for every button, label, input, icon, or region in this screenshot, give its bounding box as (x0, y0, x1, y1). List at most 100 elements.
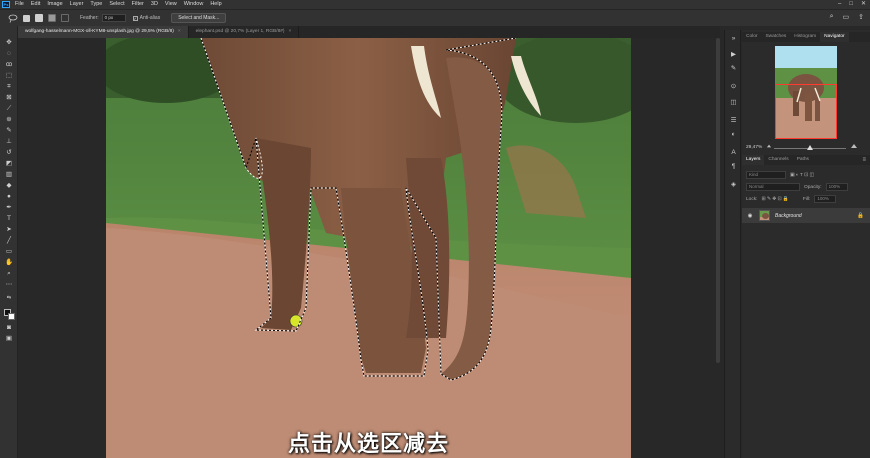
dodge-tool-icon[interactable]: ● (4, 192, 14, 201)
eyedropper-tool-icon[interactable]: ⟋ (4, 104, 14, 113)
search-icon[interactable]: ⌕ (830, 13, 834, 21)
lock-label: Lock: (746, 196, 758, 202)
new-selection-icon[interactable] (23, 14, 30, 22)
frame-tool-icon[interactable]: ⊠ (4, 93, 14, 102)
fill-label: Fill: (802, 196, 811, 202)
tab-paths[interactable]: Paths (793, 155, 813, 165)
type-tool-icon[interactable]: T (4, 214, 14, 223)
cube-icon[interactable]: ◫ (729, 98, 738, 107)
opacity-input[interactable]: 100% (825, 183, 848, 191)
tab-document-1[interactable]: wolfgang-hasselmann-MGX-oll-KYM8-unsplas… (18, 26, 189, 38)
crop-tool-icon[interactable]: ⌗ (4, 82, 14, 91)
options-right-icons: ⌕ ▭ ⇪ (830, 13, 864, 21)
pen-tool-icon[interactable]: ✒ (4, 203, 14, 212)
menu-edit[interactable]: Edit (31, 0, 40, 9)
layer-name[interactable]: Background (775, 213, 802, 219)
workspace-icon[interactable]: ▭ (843, 13, 850, 21)
layer-filter-select[interactable]: Kind (746, 171, 786, 179)
layer-row[interactable]: ◉ Background 🔒 (742, 208, 870, 223)
tab-document-2[interactable]: elephant.psd @ 20,7% (Layer 1, RGB/8#) × (189, 26, 300, 38)
tab-histogram[interactable]: Histogram (790, 32, 820, 42)
intersect-selection-icon[interactable] (61, 14, 69, 22)
brush-settings-icon[interactable]: ✎ (729, 64, 738, 73)
healing-tool-icon[interactable]: ⊛ (4, 115, 14, 124)
tab-navigator[interactable]: Navigator (820, 32, 849, 42)
close-window-button[interactable]: ✕ (861, 0, 866, 9)
adjustments-icon[interactable]: ◐ (729, 130, 738, 139)
blur-tool-icon[interactable]: ◆ (4, 181, 14, 190)
swap-colors-icon[interactable]: ⇆ (4, 294, 14, 303)
play-icon[interactable]: ▶ (729, 50, 738, 59)
layer-thumbnail (759, 210, 770, 221)
canvas-area[interactable]: 点击从选区减去 (18, 38, 715, 458)
tools-panel: ✥ ◌ ꝏ ⬚ ⌗ ⊠ ⟋ ⊛ ✎ ⊥ ↺ ◩ ▥ ◆ ● ✒ T ➤ ╱ ▭ … (0, 26, 18, 458)
history-brush-icon[interactable]: ↺ (4, 148, 14, 157)
properties-icon[interactable]: ☰ (729, 116, 738, 125)
tab-layers[interactable]: Layers (742, 155, 765, 165)
eraser-tool-icon[interactable]: ◩ (4, 159, 14, 168)
close-tab-icon[interactable]: × (178, 29, 181, 34)
close-tab-icon[interactable]: × (289, 29, 292, 34)
lasso-tool-icon[interactable]: ꝏ (4, 60, 14, 69)
paragraph-icon[interactable]: ¶ (729, 162, 738, 171)
fill-input[interactable]: 100% (814, 195, 837, 203)
zoom-tool-icon[interactable]: ⌕ (4, 269, 14, 278)
minimize-button[interactable]: – (838, 0, 841, 9)
anti-alias-checkbox[interactable]: ✓ (132, 15, 138, 21)
menu-layer[interactable]: Layer (70, 0, 84, 9)
menu-image[interactable]: Image (47, 0, 62, 9)
filter-icons[interactable]: ▣ ◐ T ⊡ ◫ (790, 173, 814, 178)
menu-type[interactable]: Type (90, 0, 102, 9)
add-selection-icon[interactable] (35, 14, 43, 22)
panel-menu-icon[interactable]: ≡ (862, 155, 866, 165)
zoom-out-icon[interactable] (766, 144, 772, 148)
tab-color[interactable]: Color (742, 32, 761, 42)
lock-icons[interactable]: ⊞ ✎ ✥ ⊡ 🔒 (761, 197, 788, 202)
zoom-in-icon[interactable] (851, 144, 857, 148)
screen-mode-icon[interactable]: ▣ (4, 334, 14, 343)
scrollbar-thumb[interactable] (716, 38, 720, 363)
more-tools-icon[interactable]: ⋯ (4, 280, 14, 289)
quick-mask-icon[interactable]: ◙ (4, 323, 14, 332)
stamp-tool-icon[interactable]: ⊥ (4, 137, 14, 146)
character-icon[interactable]: A (729, 148, 738, 157)
feather-input[interactable]: 0 px (101, 14, 126, 22)
restore-button[interactable]: □ (849, 0, 853, 9)
visibility-eye-icon[interactable]: ◉ (746, 213, 754, 219)
elephant-image (106, 38, 631, 458)
menu-view[interactable]: View (165, 0, 177, 9)
hand-tool-icon[interactable]: ✋ (4, 258, 14, 267)
tab-swatches[interactable]: Swatches (761, 32, 790, 42)
background-color-swatch[interactable] (8, 313, 15, 320)
menu-help[interactable]: Help (210, 0, 221, 9)
subtract-selection-icon[interactable] (48, 14, 56, 22)
menu-filter[interactable]: Filter (132, 0, 144, 9)
menu-select[interactable]: Select (109, 0, 124, 9)
brush-tool-icon[interactable]: ✎ (4, 126, 14, 135)
lasso-tool-icon[interactable] (8, 14, 18, 23)
share-icon[interactable]: ⇪ (858, 13, 864, 21)
menu-file[interactable]: File (15, 0, 24, 9)
photoshop-logo[interactable]: Ps (2, 1, 10, 8)
document-tabs: wolfgang-hasselmann-MGX-oll-KYM8-unsplas… (18, 26, 720, 38)
tab-channels[interactable]: Channels (764, 155, 792, 165)
collapse-icon[interactable]: » (729, 34, 738, 43)
object-select-tool-icon[interactable]: ⬚ (4, 71, 14, 80)
menu-3d[interactable]: 3D (151, 0, 158, 9)
actions-icon[interactable]: ⊙ (729, 82, 738, 91)
blend-mode-select[interactable]: Normal (746, 183, 800, 191)
navigator-view-box[interactable] (775, 84, 837, 139)
elephant-photo[interactable]: 点击从选区减去 (106, 38, 631, 458)
move-tool-icon[interactable]: ✥ (4, 38, 14, 47)
zoom-slider-knob[interactable] (807, 145, 813, 150)
select-and-mask-button[interactable]: Select and Mask... (171, 13, 227, 23)
rectangle-tool-icon[interactable]: ▭ (4, 247, 14, 256)
canvas-scrollbar[interactable] (715, 38, 721, 458)
gradient-tool-icon[interactable]: ▥ (4, 170, 14, 179)
zoom-value[interactable]: 29,47% (746, 143, 762, 153)
line-tool-icon[interactable]: ╱ (4, 236, 14, 245)
marquee-tool-icon[interactable]: ◌ (4, 49, 14, 58)
layers-stack-icon[interactable]: ◈ (729, 180, 738, 189)
path-select-tool-icon[interactable]: ➤ (4, 225, 14, 234)
menu-window[interactable]: Window (184, 0, 204, 9)
